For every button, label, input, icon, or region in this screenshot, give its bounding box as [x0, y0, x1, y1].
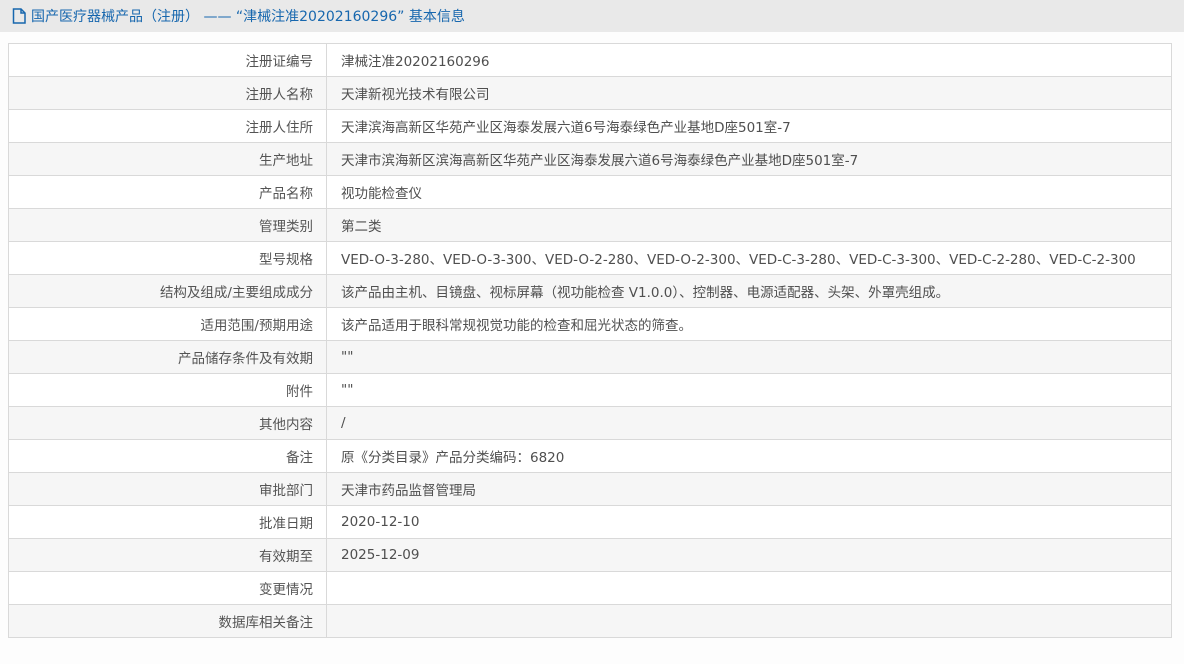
row-value: VED-O-3-280、VED-O-3-300、VED-O-2-280、VED-… [326, 241, 1172, 275]
row-label: 生产地址 [8, 142, 327, 176]
table-row: 产品储存条件及有效期 "" [8, 340, 1172, 374]
row-label: 型号规格 [8, 241, 327, 275]
table-row: 附件 "" [8, 373, 1172, 407]
row-label: 有效期至 [8, 538, 327, 572]
row-label: 注册人住所 [8, 109, 327, 143]
table-row: 变更情况 [8, 571, 1172, 605]
row-value: / [326, 406, 1172, 440]
row-label: 其他内容 [8, 406, 327, 440]
row-value: 天津市滨海新区滨海高新区华苑产业区海泰发展六道6号海泰绿色产业基地D座501室-… [326, 142, 1172, 176]
table-row: 审批部门 天津市药品监督管理局 [8, 472, 1172, 506]
table-row: 注册人名称 天津新视光技术有限公司 [8, 76, 1172, 110]
table-row: 其他内容 / [8, 406, 1172, 440]
row-value: 2020-12-10 [326, 505, 1172, 539]
row-value: 第二类 [326, 208, 1172, 242]
row-value: 天津市药品监督管理局 [326, 472, 1172, 506]
document-icon [12, 8, 26, 24]
row-label: 适用范围/预期用途 [8, 307, 327, 341]
row-label: 批准日期 [8, 505, 327, 539]
table-row: 型号规格 VED-O-3-280、VED-O-3-300、VED-O-2-280… [8, 241, 1172, 275]
row-value: 视功能检查仪 [326, 175, 1172, 209]
row-label: 注册证编号 [8, 43, 327, 77]
row-label: 附件 [8, 373, 327, 407]
table-row: 产品名称 视功能检查仪 [8, 175, 1172, 209]
table-row: 备注 原《分类目录》产品分类编码：6820 [8, 439, 1172, 473]
row-value [326, 571, 1172, 605]
row-value: 天津新视光技术有限公司 [326, 76, 1172, 110]
registration-info-table: 注册证编号 津械注准20202160296 注册人名称 天津新视光技术有限公司 … [8, 43, 1172, 638]
table-row: 适用范围/预期用途 该产品适用于眼科常规视觉功能的检查和屈光状态的筛查。 [8, 307, 1172, 341]
page-title: 国产医疗器械产品（注册） —— “津械注准20202160296” 基本信息 [31, 9, 465, 25]
table-row: 数据库相关备注 [8, 604, 1172, 638]
row-value: 天津滨海高新区华苑产业区海泰发展六道6号海泰绿色产业基地D座501室-7 [326, 109, 1172, 143]
table-row: 注册证编号 津械注准20202160296 [8, 43, 1172, 77]
table-row: 管理类别 第二类 [8, 208, 1172, 242]
table-row: 批准日期 2020-12-10 [8, 505, 1172, 539]
row-label: 产品储存条件及有效期 [8, 340, 327, 374]
row-label: 产品名称 [8, 175, 327, 209]
row-value: 原《分类目录》产品分类编码：6820 [326, 439, 1172, 473]
row-label: 备注 [8, 439, 327, 473]
table-row: 有效期至 2025-12-09 [8, 538, 1172, 572]
row-value: 该产品适用于眼科常规视觉功能的检查和屈光状态的筛查。 [326, 307, 1172, 341]
page-header-bar: 国产医疗器械产品（注册） —— “津械注准20202160296” 基本信息 [0, 0, 1184, 32]
table-row: 注册人住所 天津滨海高新区华苑产业区海泰发展六道6号海泰绿色产业基地D座501室… [8, 109, 1172, 143]
row-value: "" [326, 373, 1172, 407]
row-value: "" [326, 340, 1172, 374]
row-label: 管理类别 [8, 208, 327, 242]
row-label: 结构及组成/主要组成成分 [8, 274, 327, 308]
row-label: 注册人名称 [8, 76, 327, 110]
row-value: 2025-12-09 [326, 538, 1172, 572]
row-value: 该产品由主机、目镜盘、视标屏幕（视功能检查 V1.0.0）、控制器、电源适配器、… [326, 274, 1172, 308]
row-label: 审批部门 [8, 472, 327, 506]
row-label: 数据库相关备注 [8, 604, 327, 638]
row-value: 津械注准20202160296 [326, 43, 1172, 77]
table-row: 结构及组成/主要组成成分 该产品由主机、目镜盘、视标屏幕（视功能检查 V1.0.… [8, 274, 1172, 308]
table-row: 生产地址 天津市滨海新区滨海高新区华苑产业区海泰发展六道6号海泰绿色产业基地D座… [8, 142, 1172, 176]
row-label: 变更情况 [8, 571, 327, 605]
row-value [326, 604, 1172, 638]
